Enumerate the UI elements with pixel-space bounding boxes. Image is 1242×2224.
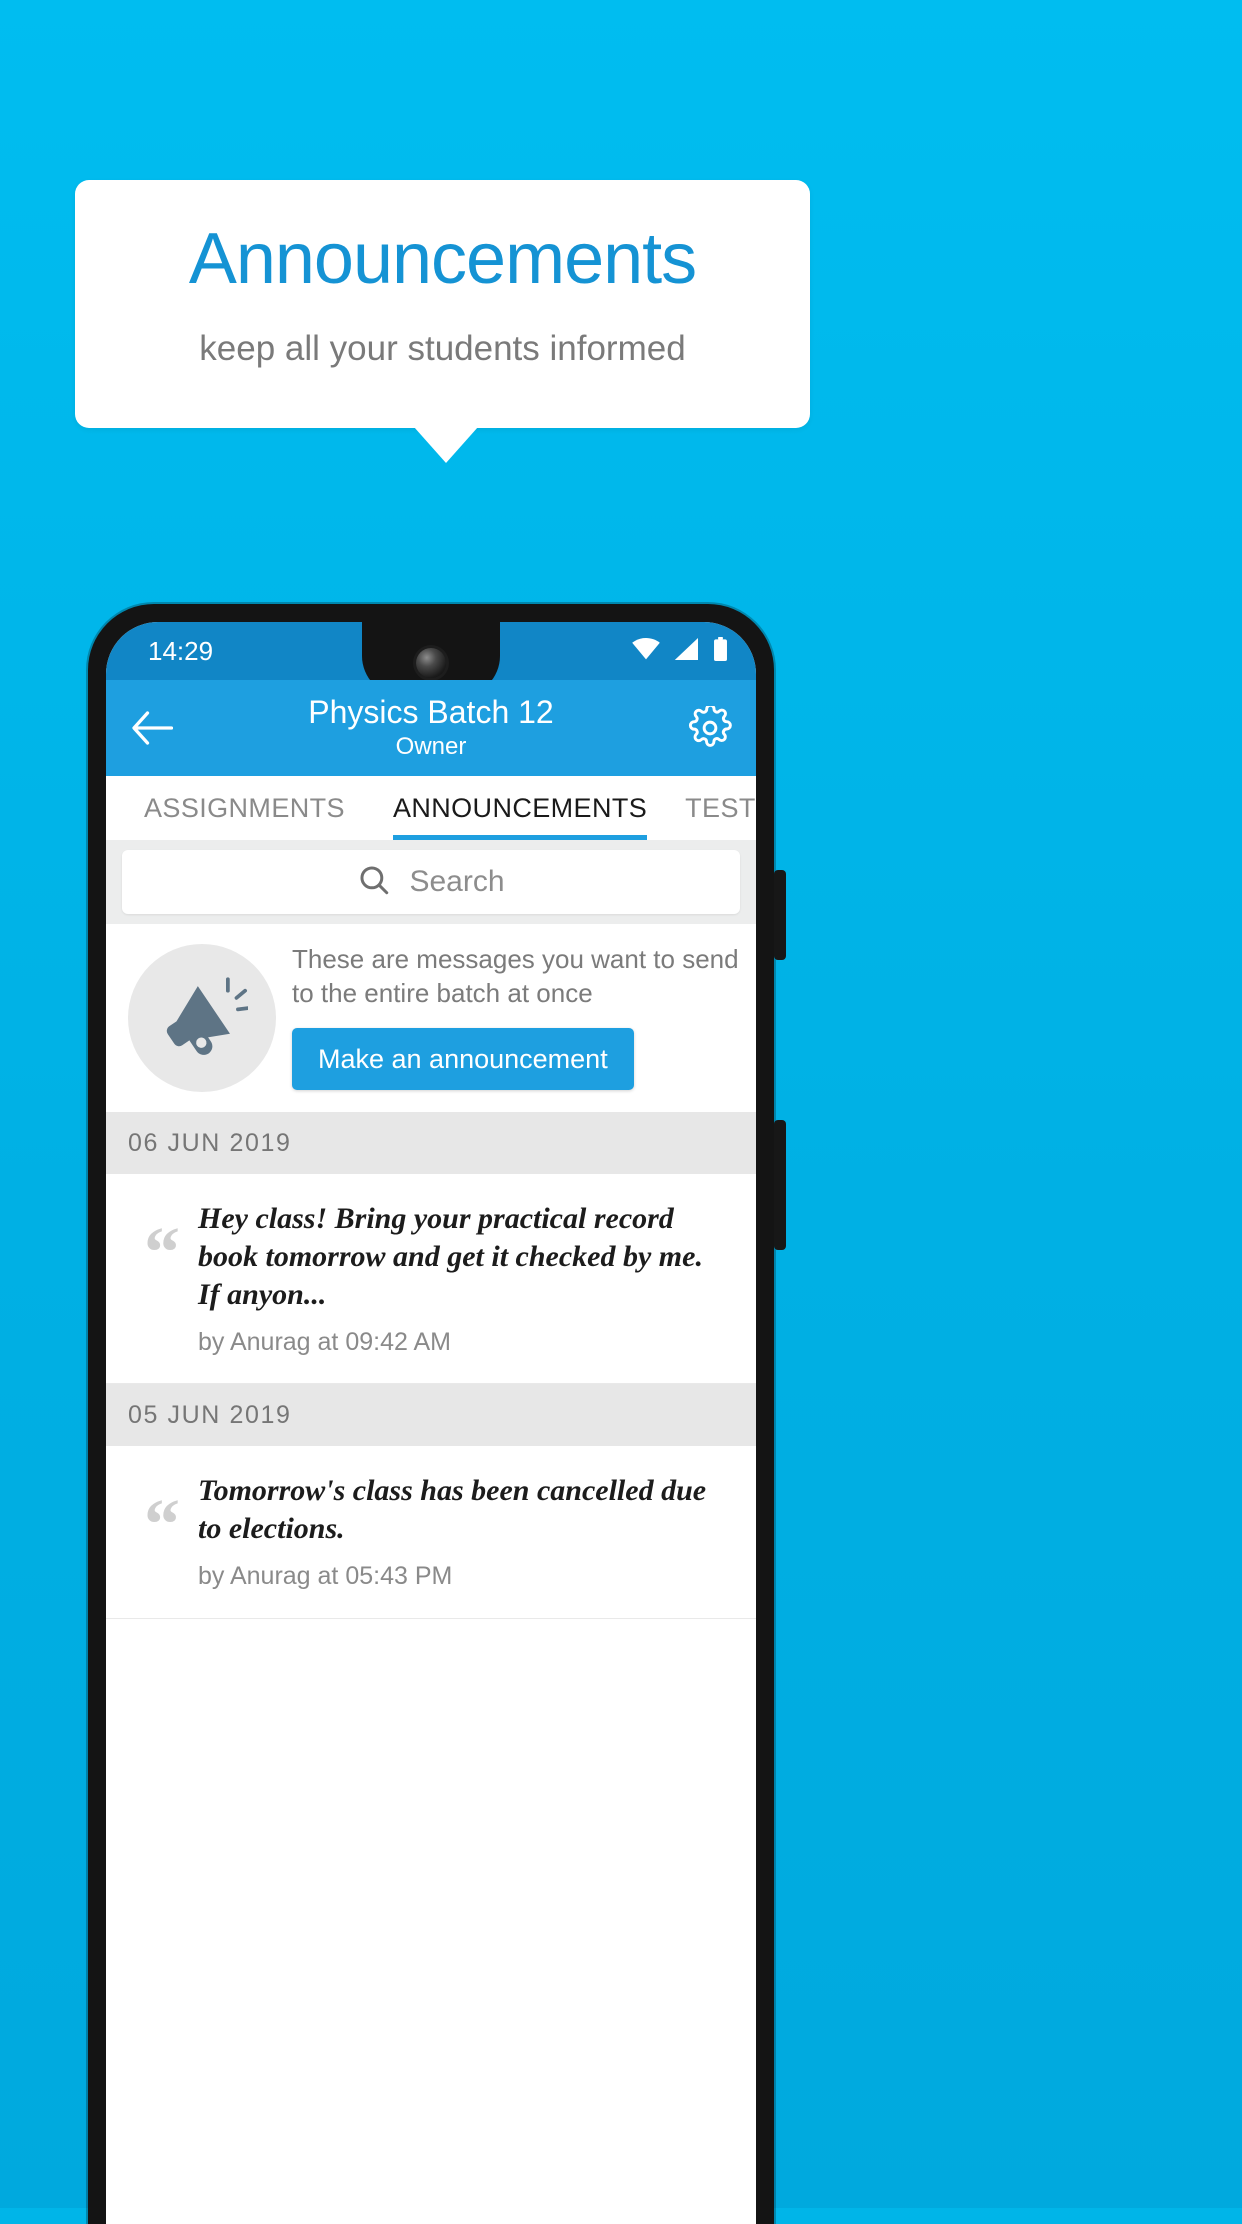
tab-announcements[interactable]: ANNOUNCEMENTS xyxy=(392,776,648,840)
search-icon xyxy=(357,863,391,902)
tab-label: ANNOUNCEMENTS xyxy=(392,792,648,823)
app-bar-subtitle: Owner xyxy=(395,733,467,760)
announcement-meta: by Anurag at 09:42 AM xyxy=(198,1328,451,1356)
status-time: 14:29 xyxy=(148,636,214,666)
battery-icon xyxy=(713,636,728,666)
promo-text: These are messages you want to send to t… xyxy=(292,944,739,1008)
signal-icon xyxy=(674,637,700,665)
announcement-item[interactable]: “ Tomorrow's class has been cancelled du… xyxy=(106,1446,756,1619)
page-subtitle: keep all your students informed xyxy=(199,329,686,368)
announcement-body: Hey class! Bring your practical record b… xyxy=(198,1200,736,1357)
phone-screen: 14:29 Physics Batch 12 Owner ASSIGNMENTS… xyxy=(106,622,756,2224)
front-camera xyxy=(416,648,446,678)
announcement-text: Hey class! Bring your practical record b… xyxy=(198,1202,703,1311)
announcement-item[interactable]: “ Hey class! Bring your practical record… xyxy=(106,1174,756,1384)
app-bar: Physics Batch 12 Owner xyxy=(106,680,756,776)
announcement-promo-card: These are messages you want to send to t… xyxy=(106,924,756,1112)
gear-icon[interactable] xyxy=(686,704,734,752)
phone-frame: 14:29 Physics Batch 12 Owner ASSIGNMENTS… xyxy=(88,604,774,2224)
phone-power-button xyxy=(774,870,786,960)
banner-tail xyxy=(414,427,478,463)
status-icons xyxy=(631,636,728,666)
page-title: Announcements xyxy=(188,219,697,299)
search-zone: Search xyxy=(106,840,756,924)
tab-label: ASSIGNMENTS xyxy=(144,792,345,823)
phone-bezel: 14:29 Physics Batch 12 Owner ASSIGNMENTS… xyxy=(106,622,756,2224)
announcement-meta: by Anurag at 05:43 PM xyxy=(198,1562,453,1590)
announcement-text: Tomorrow's class has been cancelled due … xyxy=(198,1474,707,1545)
wifi-icon xyxy=(631,637,661,665)
date-header: 05 JUN 2019 xyxy=(106,1384,756,1446)
tab-tests[interactable]: TESTS xyxy=(685,776,756,840)
tab-assignments[interactable]: ASSIGNMENTS xyxy=(144,776,345,840)
app-bar-title: Physics Batch 12 xyxy=(308,694,554,730)
date-header: 06 JUN 2019 xyxy=(106,1112,756,1174)
promo-banner: Announcements keep all your students inf… xyxy=(75,180,810,428)
phone-side-button xyxy=(774,1120,786,1250)
announcement-body: Tomorrow's class has been cancelled due … xyxy=(198,1472,736,1591)
make-announcement-button[interactable]: Make an announcement xyxy=(292,1028,634,1090)
quote-icon: “ xyxy=(144,1484,180,1564)
tab-bar[interactable]: ASSIGNMENTS ANNOUNCEMENTS TESTS xyxy=(106,776,756,840)
search-placeholder: Search xyxy=(409,865,505,898)
search-input[interactable]: Search xyxy=(122,850,740,914)
megaphone-icon xyxy=(128,944,276,1092)
tab-label: TESTS xyxy=(685,792,756,823)
announcement-list: 06 JUN 2019 “ Hey class! Bring your prac… xyxy=(106,1112,756,2224)
quote-icon: “ xyxy=(144,1212,180,1292)
